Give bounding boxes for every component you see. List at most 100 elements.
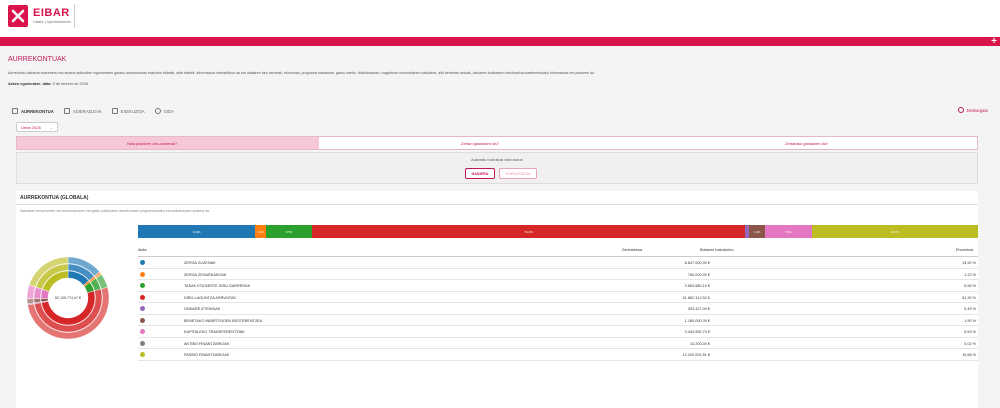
row-amount: 3.653.680,10 € [684,284,710,288]
brand-name: EIBAR [33,7,70,19]
legend-dot [140,271,145,277]
table-row[interactable]: TASAK ETA BESTE DIRU-SARRERAK 3.653.680,1… [138,280,978,292]
sunburst-total: 62.105.774,47 € [55,296,81,300]
plus-icon[interactable]: + [991,37,997,47]
row-percent: 5,53 % [964,330,976,334]
indicators-icon [63,108,70,114]
row-percent: 0,02 % [964,341,976,346]
bar-segment-label: 51,3% [524,229,533,234]
legend-dot [140,294,145,300]
bar-segment-label: 1,9% [753,229,761,234]
sunburst-chart[interactable]: 62.105.774,47 € [16,216,126,356]
bar-segment-label: 5,5% [785,229,792,234]
question-bar: Nola jasotzen diru-sarrerak? Zertan gast… [16,136,978,150]
tab-indicators[interactable]: ADIERAZLEAK [63,108,102,114]
bar-segment-label: 19,7% [890,229,899,234]
view-choice-text: Aukeratu nola ikusi nahi duzun [471,158,523,162]
legend-dot [140,260,145,265]
row-name: ONDARE-ETEKINAK [184,307,221,311]
year-value: Urtea 2026 [21,125,41,130]
initial-button[interactable]: HASIERA [465,168,495,179]
bar-segment[interactable]: 5,5% [765,225,812,238]
header-percent: Ehunekoa [956,248,974,252]
budget-icon [12,108,18,114]
tab-budget[interactable]: AURREKONTUA [12,108,54,114]
budget-section: AURREKONTUA (GLOBALA) Sarkatzen behar/ur… [16,191,978,408]
row-name: KAPITALEKO TRANSFERENTZIAK [184,330,245,334]
bar-segment[interactable]: 19,7% [811,225,978,238]
table-row[interactable]: BENETAKO INBERTSIOEN BESTERENTZEA 1.180.0… [138,315,978,326]
bar-segment[interactable]: 51,3% [312,225,746,238]
bar-segment[interactable]: 5,5% [265,225,313,238]
tab-label: GIDA [163,108,174,114]
row-name: ZERGA ZUZENAK [184,261,216,265]
executed-button[interactable]: EXEKUTATUA [499,168,537,179]
table-row[interactable]: AKTIBO FINANTZARIOAK 14.200,00 € 0,02 % [138,338,978,349]
eibar-logo[interactable] [8,5,28,27]
table-row[interactable]: ONDARE-ETEKINAK 303.427,00 € 0,49 % [138,303,978,315]
row-name: BENETAKO INBERTSIOEN BESTERENTZEA [184,318,263,323]
accent-bar [0,37,1000,46]
row-percent: 51,30 % [962,295,976,300]
updated-value: 5 de febrero de 2026 [52,82,89,86]
tab-guide[interactable]: GIDA [154,108,174,114]
question-label: Zertarako gastatzen da? [785,140,829,146]
section-description: Sarkatzen behar/urreko eta aurrekontuare… [20,209,210,213]
tab-label: EXEKUZIOA [120,108,145,114]
table-row[interactable]: KAPITALEKO TRANSFERENTZIAK 3.434.992,74 €… [138,326,978,338]
download-icon [957,107,964,113]
year-select[interactable]: Urtea 2026 ⌄ [16,122,58,132]
bar-segment-label: 1,2% [257,229,264,234]
tab-label: AURREKONTUA [21,108,54,114]
legend-dot [140,306,145,311]
stacked-bar[interactable]: 13,9% 1,2% 5,5% 51,3% 1,9% 5,5% 19,7% [138,225,978,238]
view-choice-panel: Aukeratu nola ikusi nahi duzun HASIERA E… [16,152,978,184]
budget-table: Aldia Zenbatekoa Bizitanie bakoitzeko Eh… [138,243,978,361]
section-title: AURREKONTUA (GLOBALA) [20,195,89,201]
row-name: AKTIBO FINANTZARIOAK [184,341,230,346]
row-amount: 303.427,00 € [687,307,710,311]
divider [16,204,978,205]
header-amount: Zenbatekoa [622,248,643,252]
legend-dot [140,329,145,334]
row-percent: 1,22 % [964,272,976,277]
sunburst-segment[interactable] [33,298,41,303]
row-amount: 3.434.992,74 € [684,330,710,334]
brand-subtitle: Udala | Ayuntamiento [33,19,71,24]
header: EIBAR Udala | Ayuntamiento [0,0,1000,37]
download-label: Deskargatu [966,107,988,113]
bar-segment[interactable]: 1,9% [749,225,766,238]
bar-segment[interactable]: 13,9% [138,225,256,238]
row-percent: 1,90 % [964,318,976,323]
bar-segment-label: 5,5% [285,229,293,234]
question-label: Zertan gastatzen da? [461,140,499,146]
table-row[interactable]: DIRU-LAGUNTZA ARRUNTAK 31.862.312,52 € 51,… [138,292,978,303]
tab-execution[interactable]: EXEKUZIOA [111,108,145,114]
sunburst-segment[interactable] [26,298,35,304]
question-spent-for[interactable]: Zertarako gastatzen da? [653,137,977,149]
question-label: Nola jasotzen diru-sarrerak? [127,140,178,146]
legend-dot [140,317,145,323]
question-income[interactable]: Nola jasotzen diru-sarrerak? [17,137,319,149]
row-percent: 13,92 % [962,261,976,265]
cross-icon [11,9,25,23]
table-row[interactable]: ZERGA ZEHARKAKOAK 760.000,00 € 1,22 % [138,269,978,280]
bar-segment[interactable]: 1,2% [255,225,266,238]
row-name: ZERGA ZEHARKAKOAK [184,272,227,277]
legend-dot [140,340,145,346]
download-button[interactable]: Deskargatu [957,107,988,113]
table-row[interactable]: PASIBO FINANTZARIOAK 12.220.001,51 € 19,68… [138,349,978,361]
row-name: TASAK ETA BESTE DIRU-SARRERAK [184,284,251,288]
logo-divider [74,4,75,28]
row-name: DIRU-LAGUNTZA ARRUNTAK [184,295,237,300]
page-description: Aurrekontu datuena lorareneko eta atuena… [8,71,595,75]
row-amount: 31.862.312,52 € [682,295,710,300]
last-updated: Azken eguneratze- data: 5 de febrero de … [8,82,88,86]
table-row[interactable]: ZERGA ZUZENAK 8.647.000,00 € 13,92 % [138,257,978,269]
tab-label: ADIERAZLEAK [72,108,102,114]
guide-icon [154,108,161,114]
question-spent-on[interactable]: Zertan gastatzen da? [319,137,653,149]
page-title: AURREKONTUAK [8,56,67,63]
row-percent: 5,55 % [964,284,976,288]
row-amount: 8.647.000,00 € [684,261,710,265]
